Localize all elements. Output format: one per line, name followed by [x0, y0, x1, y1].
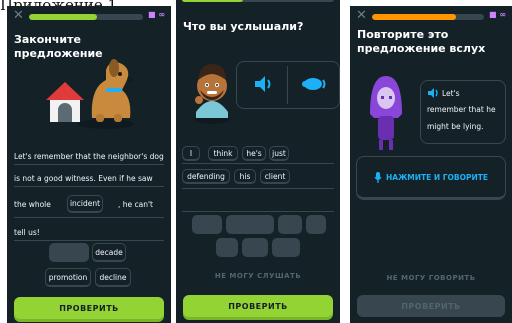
sentence-line-1: Let's remember that the neighbor's dog	[14, 152, 164, 161]
close-icon[interactable]: ✕	[356, 8, 367, 23]
word-bank-slot	[226, 215, 274, 234]
tap-to-speak-label: НАЖМИТЕ И ГОВОРИТЕ	[385, 172, 488, 182]
sentence-line-4: tell us!	[14, 228, 40, 237]
speaker-icon[interactable]	[427, 88, 439, 98]
top-bar: ✕ ■ ∞	[13, 8, 165, 24]
empty-word-slot	[49, 243, 89, 262]
speech-bubble: Let's remember that he might be lying.	[420, 80, 506, 144]
word-chip[interactable]: his	[234, 169, 256, 184]
close-icon[interactable]: ✕	[13, 8, 24, 23]
check-button[interactable]: ПРОВЕРИТЬ	[357, 295, 505, 317]
turtle-slow-icon[interactable]	[301, 75, 329, 93]
sentence-line-2: is not a good witness. Even if he saw	[14, 174, 153, 183]
bubble-line-2: remember that he	[427, 105, 496, 114]
word-bank-slot	[192, 215, 222, 234]
dog-illustration	[46, 59, 134, 129]
word-bank-slot	[216, 238, 238, 257]
progress-bar	[29, 14, 143, 20]
exercise-what-did-you-hear: Что вы услышали? I think he's just defen…	[176, 0, 340, 323]
word-chip[interactable]: he's	[242, 146, 266, 161]
exercise-complete-sentence: ✕ ■ ∞ Закончите предложение Let's rememb…	[7, 6, 171, 323]
word-chip[interactable]: client	[260, 169, 290, 184]
filled-word-chip[interactable]: incident	[67, 195, 103, 213]
word-bank-slot	[242, 238, 268, 257]
word-chip[interactable]: just	[269, 146, 289, 161]
word-chip[interactable]: defending	[182, 169, 230, 184]
bubble-line-3: might be lying.	[427, 122, 484, 131]
word-bank-slot	[306, 215, 326, 234]
word-bank-slot	[272, 238, 300, 257]
check-button[interactable]: ПРОВЕРИТЬ	[183, 295, 333, 317]
hearts-badge: ■ ∞	[488, 10, 506, 19]
check-button[interactable]: ПРОВЕРИТЬ	[14, 297, 164, 319]
character-illustration	[194, 64, 230, 124]
exercise-repeat-aloud: ✕ ■ ∞ Повторите это предложение вслух Le…	[350, 6, 512, 323]
exercise-title: Что вы услышали?	[183, 20, 304, 33]
sentence-line-3b: , he can't	[118, 200, 153, 209]
speech-bubble	[236, 61, 340, 109]
word-chip[interactable]: I	[182, 146, 200, 161]
option-promotion[interactable]: promotion	[45, 268, 91, 287]
microphone-icon	[374, 171, 382, 183]
tap-to-speak-button[interactable]: НАЖМИТЕ И ГОВОРИТЕ	[356, 156, 506, 200]
exercise-title: Повторите это предложение вслух	[357, 28, 486, 55]
sentence-line-3a: the whole	[14, 200, 51, 209]
cant-listen-link[interactable]: НЕ МОГУ СЛУШАТЬ	[176, 272, 340, 280]
bubble-line-1: Let's	[442, 89, 460, 98]
character-illustration	[370, 76, 402, 150]
hearts-badge: ■ ∞	[147, 10, 165, 19]
cant-speak-link[interactable]: НЕ МОГУ ГОВОРИТЬ	[350, 274, 512, 282]
word-bank-slot	[278, 215, 302, 234]
option-decade[interactable]: decade	[92, 243, 126, 262]
option-decline[interactable]: decline	[95, 268, 131, 287]
top-bar: ✕ ■ ∞	[356, 8, 506, 24]
progress-bar	[372, 14, 484, 20]
word-chip[interactable]: think	[208, 146, 238, 161]
speaker-icon[interactable]	[253, 74, 273, 94]
progress-bar	[182, 0, 334, 2]
